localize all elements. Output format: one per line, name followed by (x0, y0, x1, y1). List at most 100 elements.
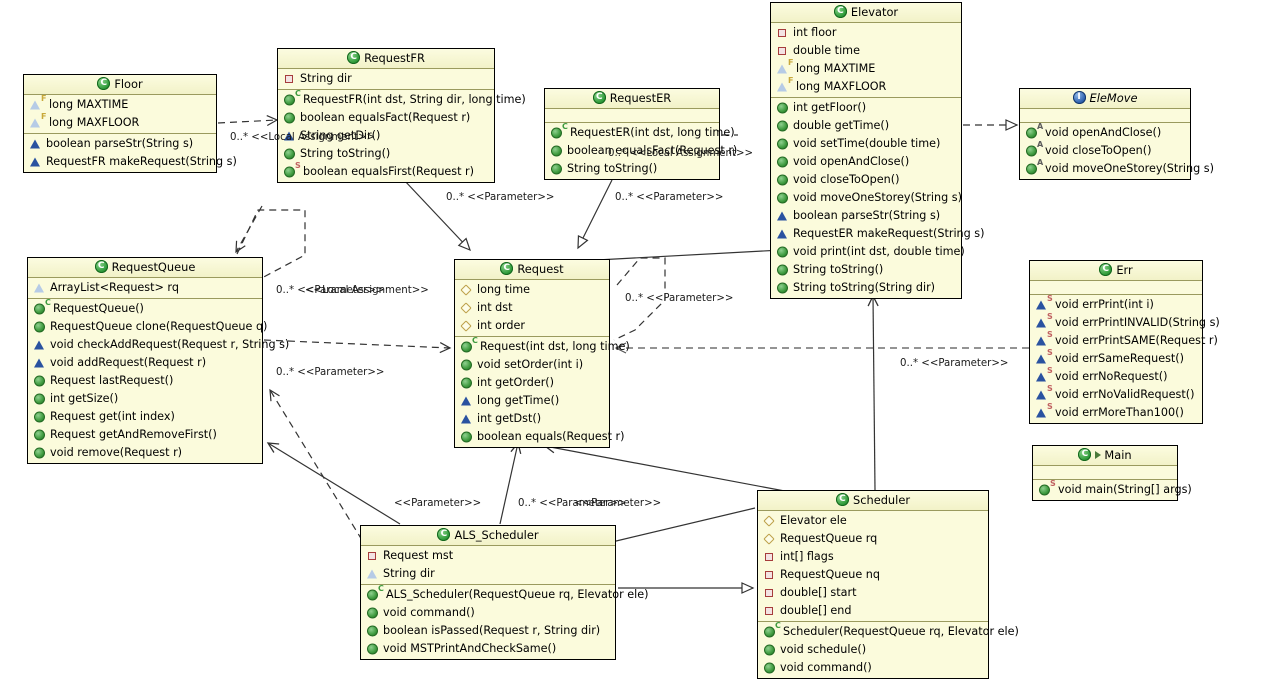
method-row[interactable]: Sboolean equalsFirst(Request r) (278, 162, 494, 181)
method-row[interactable]: boolean parseStr(String s) (771, 207, 961, 225)
method-row[interactable]: Svoid errMoreThan100() (1030, 403, 1202, 422)
uml-class-main[interactable]: Main Svoid main(String[] args) (1032, 445, 1192, 501)
method-row[interactable]: void command() (361, 604, 615, 622)
attribute-row[interactable]: String dir (361, 565, 615, 583)
class-header[interactable]: RequestFR (278, 49, 494, 69)
uml-class-elevator[interactable]: Elevatorint floordouble timeFlong MAXTIM… (770, 2, 985, 299)
uml-class-request[interactable]: Request long time int dst int order CRequest… (454, 259, 630, 448)
attribute-row[interactable]: Flong MAXTIME (771, 59, 961, 78)
method-row[interactable]: C Scheduler(RequestQueue rq, Elevator ele… (758, 622, 1019, 641)
method-row[interactable]: void checkAddRequest(Request r, String s… (28, 336, 289, 354)
method-row[interactable]: String toString() (545, 160, 719, 178)
method-row[interactable]: void MSTPrintAndCheckSame() (361, 640, 615, 658)
method-row[interactable]: void addRequest(Request r) (28, 354, 262, 372)
attribute-row[interactable]: long time (455, 281, 609, 299)
attribute-row[interactable]: String dir (278, 70, 494, 88)
method-row[interactable]: RequestFR makeRequest(String s) (24, 153, 237, 171)
method-row[interactable]: void command() (758, 659, 988, 677)
attribute-row[interactable]: int dst (455, 299, 609, 317)
protected-method-icon (461, 396, 471, 406)
class-header[interactable]: Scheduler (758, 491, 988, 511)
method-label: void setOrder(int i) (477, 358, 584, 371)
uml-class-scheduler[interactable]: Scheduler Elevator ele RequestQueue rq int[… (757, 490, 1019, 679)
method-row[interactable]: int getOrder() (455, 374, 609, 392)
modifier-badge-s: S (1047, 348, 1053, 357)
attribute-row[interactable]: int floor (771, 24, 961, 42)
method-row[interactable]: int getDst() (455, 410, 609, 428)
class-header[interactable]: Request (455, 260, 609, 280)
method-row[interactable]: long getTime() (455, 392, 609, 410)
attribute-row[interactable]: int order (455, 317, 609, 335)
attribute-row[interactable]: double time (771, 42, 961, 60)
method-row[interactable]: String toString() (771, 261, 961, 279)
method-row[interactable]: Avoid moveOneStorey(String s) (1020, 159, 1214, 178)
attribute-row[interactable]: int[] flags (758, 548, 988, 566)
attribute-row[interactable]: Elevator ele (758, 512, 988, 530)
method-row[interactable]: void closeToOpen() (771, 171, 961, 189)
method-row[interactable]: boolean parseStr(String s) (24, 135, 216, 153)
class-header[interactable]: EleMove (1020, 89, 1190, 109)
attribute-row[interactable]: RequestQueue rq (758, 530, 988, 548)
attribute-row[interactable]: Flong MAXFLOOR (771, 77, 961, 96)
method-row[interactable]: void moveOneStorey(String s) (771, 189, 962, 207)
method-row[interactable]: void print(int dst, double time) (771, 243, 965, 261)
method-row[interactable]: void openAndClose() (771, 153, 961, 171)
method-row[interactable]: RequestER makeRequest(String s) (771, 225, 985, 243)
method-row[interactable]: boolean isPassed(Request r, String dir) (361, 622, 615, 640)
class-header[interactable]: Floor (24, 75, 216, 95)
uml-class-err[interactable]: ErrSvoid errPrint(int i)Svoid errPrintIN… (1029, 260, 1220, 424)
uml-class-elemove[interactable]: EleMove Avoid openAndClose()Avoid closeTo… (1019, 88, 1214, 180)
method-row[interactable]: boolean equalsFact(Request r) (278, 109, 494, 127)
method-row[interactable]: void schedule() (758, 641, 988, 659)
attribute-row[interactable]: Request mst (361, 547, 615, 565)
uml-class-requester[interactable]: RequestERCRequestER(int dst, long time)b… (544, 88, 737, 180)
attribute-row[interactable]: Flong MAXFLOOR (24, 113, 216, 132)
method-row[interactable]: int getSize() (28, 390, 262, 408)
method-row[interactable]: Request get(int index) (28, 408, 262, 426)
method-row[interactable]: Svoid errPrintSAME(Request r) (1030, 331, 1218, 350)
method-row[interactable]: Request getAndRemoveFirst() (28, 426, 262, 444)
attribute-row[interactable]: double[] end (758, 602, 988, 620)
method-row[interactable]: Svoid errNoValidRequest() (1030, 385, 1202, 404)
method-row[interactable]: Avoid closeToOpen() (1020, 141, 1190, 160)
method-row[interactable]: C ALS_Scheduler(RequestQueue rq, Elevator… (361, 585, 649, 604)
method-row[interactable]: double getTime() (771, 117, 961, 135)
method-row[interactable]: String toString(String dir) (771, 279, 961, 297)
attribute-row[interactable]: ArrayList<Request> rq (28, 279, 262, 297)
attribute-row[interactable]: Flong MAXTIME (24, 95, 216, 114)
method-row[interactable]: C RequestQueue() (28, 299, 262, 318)
method-row[interactable]: Svoid errSameRequest() (1030, 348, 1202, 368)
method-row[interactable]: String toString() (278, 145, 494, 163)
protected-field-icon (30, 118, 40, 128)
method-row[interactable]: boolean equals(Request r) (455, 428, 624, 446)
class-header[interactable]: Main (1033, 446, 1177, 466)
class-header[interactable]: RequestER (545, 89, 719, 109)
method-row[interactable]: RequestQueue clone(RequestQueue q) (28, 318, 267, 336)
method-row[interactable]: Svoid main(String[] args) (1033, 480, 1192, 499)
uml-class-als_scheduler[interactable]: ALS_SchedulerRequest mst String dir CALS_S… (360, 525, 649, 660)
method-row[interactable]: Avoid openAndClose() (1020, 123, 1190, 142)
method-row[interactable]: Svoid errPrint(int i) (1030, 295, 1202, 314)
method-row[interactable]: C RequestFR(int dst, String dir, long tim… (278, 90, 526, 109)
attribute-row[interactable]: double[] start (758, 584, 988, 602)
method-row[interactable]: int getFloor() (771, 99, 961, 117)
public-method-icon (34, 429, 45, 441)
method-row[interactable]: C Request(int dst, long time) (455, 337, 630, 356)
class-header[interactable]: Elevator (771, 3, 961, 23)
attribute-row[interactable]: RequestQueue nq (758, 566, 988, 584)
method-row[interactable]: Svoid errPrintINVALID(String s) (1030, 313, 1220, 332)
class-header[interactable]: Err (1030, 261, 1202, 281)
class-header[interactable]: RequestQueue (28, 258, 262, 278)
uml-class-requestfr[interactable]: RequestFR String dir CRequestFR(int dst, S… (277, 48, 526, 183)
method-row[interactable]: void setTime(double time) (771, 135, 961, 153)
method-row[interactable]: void remove(Request r) (28, 444, 262, 462)
uml-class-requestqueue[interactable]: RequestQueueArrayList<Request> rq CReques… (27, 257, 289, 464)
method-row[interactable]: void setOrder(int i) (455, 356, 609, 374)
uml-class-floor[interactable]: FloorFlong MAXTIMEFlong MAXFLOOR boolean … (23, 74, 237, 173)
method-label: void errPrint(int i) (1055, 298, 1154, 311)
methods-compartment: Svoid errPrint(int i) Svoid errPrintINVAL… (1030, 295, 1220, 423)
method-row[interactable]: Svoid errNoRequest() (1030, 367, 1202, 386)
method-row[interactable]: Request lastRequest() (28, 372, 262, 390)
class-header[interactable]: ALS_Scheduler (361, 526, 615, 546)
method-row[interactable]: C RequestER(int dst, long time) (545, 123, 735, 142)
